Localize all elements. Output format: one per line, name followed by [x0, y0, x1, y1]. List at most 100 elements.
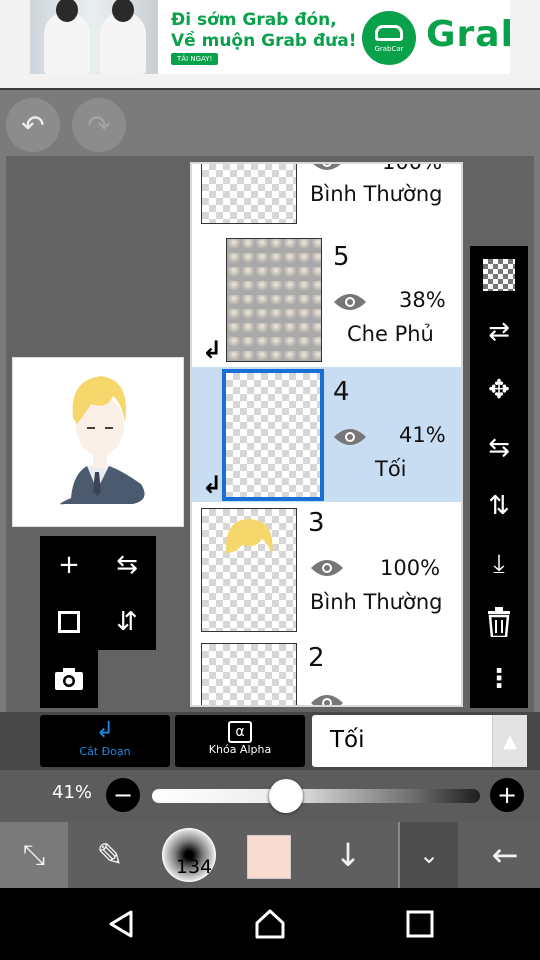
nav-home-button[interactable]: [240, 902, 300, 946]
layer-down-button[interactable]: ↓: [316, 822, 380, 888]
ad-cta-button[interactable]: TẢI NGAY!: [171, 53, 219, 65]
opacity-row: 41% − +: [0, 770, 540, 822]
layer-tools: + ⇆ ⇵: [40, 536, 156, 650]
layer-transfer-button[interactable]: ⇄: [470, 303, 528, 361]
undo-icon: ↶: [21, 108, 45, 142]
layer-blend-mode: Bình Thường: [310, 182, 443, 206]
camera-button[interactable]: [40, 650, 98, 707]
layer-row[interactable]: 100% Bình Thường: [192, 162, 461, 233]
copy-layer-icon: [58, 610, 80, 633]
opacity-slider-handle[interactable]: [269, 779, 304, 813]
redo-button[interactable]: ↷: [72, 98, 126, 152]
nav-recents-button[interactable]: [390, 902, 450, 946]
merge-down-button[interactable]: ⤓: [470, 535, 528, 593]
layer-row[interactable]: 3 100% Bình Thường: [192, 502, 461, 638]
arrow-down-icon: ↓: [334, 836, 362, 874]
visibility-eye-icon[interactable]: [310, 693, 344, 707]
flip-vertical-button[interactable]: ⇅: [470, 477, 528, 535]
layer-number: 3: [308, 508, 325, 538]
layer-opacity: 41%: [399, 423, 446, 447]
layer-number: 4: [333, 377, 350, 407]
layer-opacity: 38%: [399, 288, 446, 312]
clipping-arrow-icon: ↲: [202, 471, 223, 499]
collapse-panel-button[interactable]: ⌄: [398, 822, 458, 888]
top-bar: ↶ ↷: [0, 88, 540, 158]
clipping-icon: ↲: [95, 718, 115, 743]
grabcar-logo: GrabCar: [362, 11, 416, 65]
layer-blend-mode: Bình Thường: [310, 590, 443, 614]
copy-layer-button[interactable]: [40, 593, 98, 650]
brush-icon: ✎: [96, 836, 124, 874]
camera-icon: [55, 667, 83, 690]
brush-size-value: 134: [175, 856, 213, 878]
layer-row-selected[interactable]: ↲ 4 41% Tối: [192, 367, 461, 503]
add-layer-button[interactable]: +: [40, 536, 98, 593]
opacity-increase-button[interactable]: +: [490, 778, 524, 812]
layer-row[interactable]: ↲ 5 38% Che Phủ: [192, 232, 461, 368]
alpha-lock-label: Khóa Alpha: [208, 743, 272, 756]
square-recents-icon: [406, 910, 434, 938]
nav-back-button[interactable]: [92, 902, 152, 946]
opacity-decrease-button[interactable]: −: [106, 778, 140, 812]
canvas-preview[interactable]: [12, 357, 184, 527]
delete-layer-button[interactable]: [470, 593, 528, 651]
blend-mode-value: Tối: [330, 727, 365, 753]
swap-layers-icon: ⇄: [488, 317, 510, 347]
triangle-back-icon: [109, 910, 133, 938]
visibility-eye-icon[interactable]: [310, 558, 344, 578]
opacity-slider[interactable]: [152, 789, 480, 803]
camera-tool: [40, 650, 98, 708]
bottom-toolbar: ⤡ ✎ 134 ↓ ⌄ ←: [0, 822, 540, 888]
visibility-eye-icon[interactable]: [333, 427, 367, 447]
transform-tool-icon: ⤡: [22, 838, 46, 871]
character-illustration: [60, 376, 145, 505]
ad-photo: [30, 0, 158, 74]
layer-number: 2: [308, 643, 325, 673]
merge-down-button[interactable]: ⇵: [98, 593, 156, 650]
layer-thumbnail: [201, 164, 297, 224]
ad-banner[interactable]: Đi sớm Grab đón, Về muộn Grab đưa! TẢI N…: [0, 0, 540, 88]
layer-row[interactable]: 2: [192, 637, 461, 707]
layer-blend-mode: Tối: [375, 457, 407, 481]
visibility-eye-icon[interactable]: [333, 292, 367, 312]
layer-thumbnail: [226, 238, 322, 362]
dropdown-arrow-icon[interactable]: ▲: [492, 715, 527, 767]
merge-down-icon: ⇵: [116, 606, 138, 637]
color-swatch[interactable]: [247, 835, 291, 879]
trash-icon: [488, 607, 510, 637]
move-button[interactable]: ✥: [470, 361, 528, 419]
back-button[interactable]: ←: [470, 822, 540, 888]
visibility-eye-icon[interactable]: [310, 162, 344, 172]
move-icon: ✥: [488, 375, 510, 405]
blend-mode-select[interactable]: Tối ▲: [312, 715, 527, 767]
download-icon: ⤓: [493, 548, 505, 579]
tool-select-button[interactable]: ⤡: [0, 822, 68, 888]
arrow-left-icon: ←: [491, 836, 519, 874]
clipping-button[interactable]: ↲ Cắt Đoạn: [40, 715, 170, 767]
layer-opacity: 100%: [380, 556, 441, 580]
more-vertical-icon: ⋮: [486, 664, 512, 694]
clipping-label: Cắt Đoạn: [79, 745, 131, 758]
layer-thumbnail: [222, 369, 324, 501]
layer-number: 5: [333, 242, 350, 272]
flip-button[interactable]: ⇆: [470, 419, 528, 477]
system-nav-bar: [0, 888, 540, 960]
grab-brand-logo: Grab: [426, 14, 510, 55]
minus-icon: −: [112, 781, 134, 809]
brush-tool-button[interactable]: ✎: [78, 822, 142, 888]
opacity-value: 41%: [52, 782, 93, 803]
flip-horizontal-button[interactable]: ⇆: [98, 536, 156, 593]
layer-thumbnail: [201, 508, 297, 632]
transparency-button[interactable]: [470, 246, 528, 304]
ad-headline-1: Đi sớm Grab đón,: [171, 10, 337, 30]
undo-button[interactable]: ↶: [6, 98, 60, 152]
layers-panel: 100% Bình Thường ↲ 5 38% Che Phủ ↲ 4 41%…: [190, 162, 463, 707]
clipping-arrow-icon: ↲: [202, 336, 223, 364]
plus-icon: +: [496, 781, 518, 809]
alpha-lock-button[interactable]: α Khóa Alpha: [175, 715, 305, 767]
plus-icon: +: [58, 549, 80, 580]
hair-sketch: [225, 519, 273, 555]
more-menu-button[interactable]: ⋮: [470, 650, 528, 708]
ad-content[interactable]: Đi sớm Grab đón, Về muộn Grab đưa! TẢI N…: [30, 0, 510, 74]
layer-thumbnail: [201, 643, 297, 705]
